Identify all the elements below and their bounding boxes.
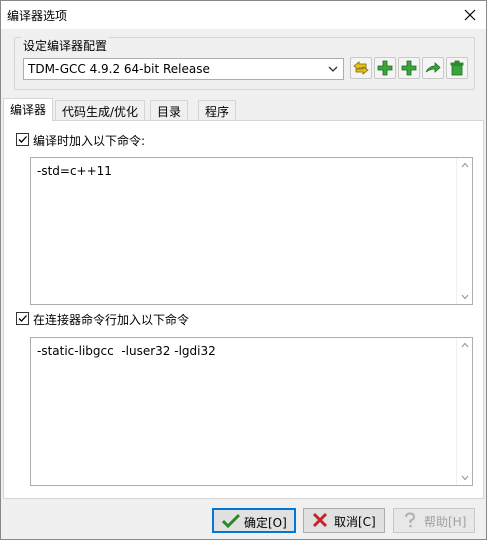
linker-commands-textarea[interactable]: -static-libgcc -luser32 -lgdi32 (30, 337, 473, 486)
tab-code-generation[interactable]: 代码生成/优化 (55, 100, 146, 120)
help-button-label: 帮助[H] (424, 515, 467, 529)
scroll-down-icon[interactable] (461, 475, 469, 481)
tab-programs[interactable]: 程序 (198, 100, 237, 120)
compile-option-checkbox[interactable] (16, 133, 29, 146)
rename-config-button[interactable] (350, 57, 372, 79)
compiler-select-value: TDM-GCC 4.9.2 64-bit Release (28, 62, 210, 76)
scroll-up-icon[interactable] (461, 342, 469, 348)
tab-directories[interactable]: 目录 (150, 100, 189, 120)
close-icon (464, 9, 476, 21)
cancel-button[interactable]: 取消[C] (303, 508, 385, 533)
tab-compiler[interactable]: 编译器 (3, 98, 54, 121)
window-title: 编译器选项 (7, 9, 68, 23)
scroll-up-icon[interactable] (461, 162, 469, 168)
linker-commands-value: -static-libgcc -luser32 -lgdi32 (37, 344, 216, 358)
compile-option-label: 编译时加入以下命令: (33, 134, 146, 148)
compiler-config-group: 设定编译器配置 TDM-GCC 4.9.2 64-bit Release (14, 37, 475, 90)
scroll-down-icon[interactable] (461, 294, 469, 300)
cancel-x-icon (312, 512, 328, 528)
compile-commands-value: -std=c++11 (37, 164, 112, 178)
cancel-button-label: 取消[C] (334, 515, 376, 529)
linker-option-label: 在连接器命令行加入以下命令 (33, 313, 190, 327)
add-config-button[interactable] (374, 57, 396, 79)
export-icon (425, 62, 441, 73)
compiler-select[interactable]: TDM-GCC 4.9.2 64-bit Release (23, 58, 344, 80)
add-icon (377, 60, 393, 76)
linker-commands-scrollbar[interactable] (456, 338, 472, 485)
ok-button-label: 确定[O] (244, 516, 287, 530)
help-button[interactable]: 帮助[H] (393, 508, 475, 533)
compiler-config-label: 设定编译器配置 (21, 37, 110, 54)
compiler-tab-panel: 编译时加入以下命令: -std=c++11 在连接器命令行加入以下命令 -sta… (3, 120, 484, 499)
checkmark-icon (18, 136, 27, 143)
help-icon (405, 512, 416, 528)
delete-config-button[interactable] (446, 57, 468, 79)
compile-commands-scrollbar[interactable] (456, 158, 472, 304)
options-tab-strip: 编译器 代码生成/优化 目录 程序 (3, 98, 484, 121)
title-bar: 编译器选项 (1, 1, 486, 29)
compiler-options-dialog: 编译器选项 设定编译器配置 TDM-GCC 4.9.2 64-bit Relea… (0, 0, 487, 540)
copy-config-button[interactable] (398, 57, 420, 79)
close-button[interactable] (454, 1, 486, 29)
export-config-button[interactable] (422, 57, 444, 79)
ok-button[interactable]: 确定[O] (212, 508, 296, 533)
checkmark-icon (222, 513, 240, 529)
copy-add-icon (401, 60, 417, 76)
compile-commands-textarea[interactable]: -std=c++11 (30, 157, 473, 305)
chevron-down-icon (328, 66, 338, 72)
delete-icon (450, 60, 464, 76)
rename-icon (353, 61, 369, 75)
checkmark-icon (18, 315, 27, 322)
linker-option-checkbox[interactable] (16, 312, 29, 325)
